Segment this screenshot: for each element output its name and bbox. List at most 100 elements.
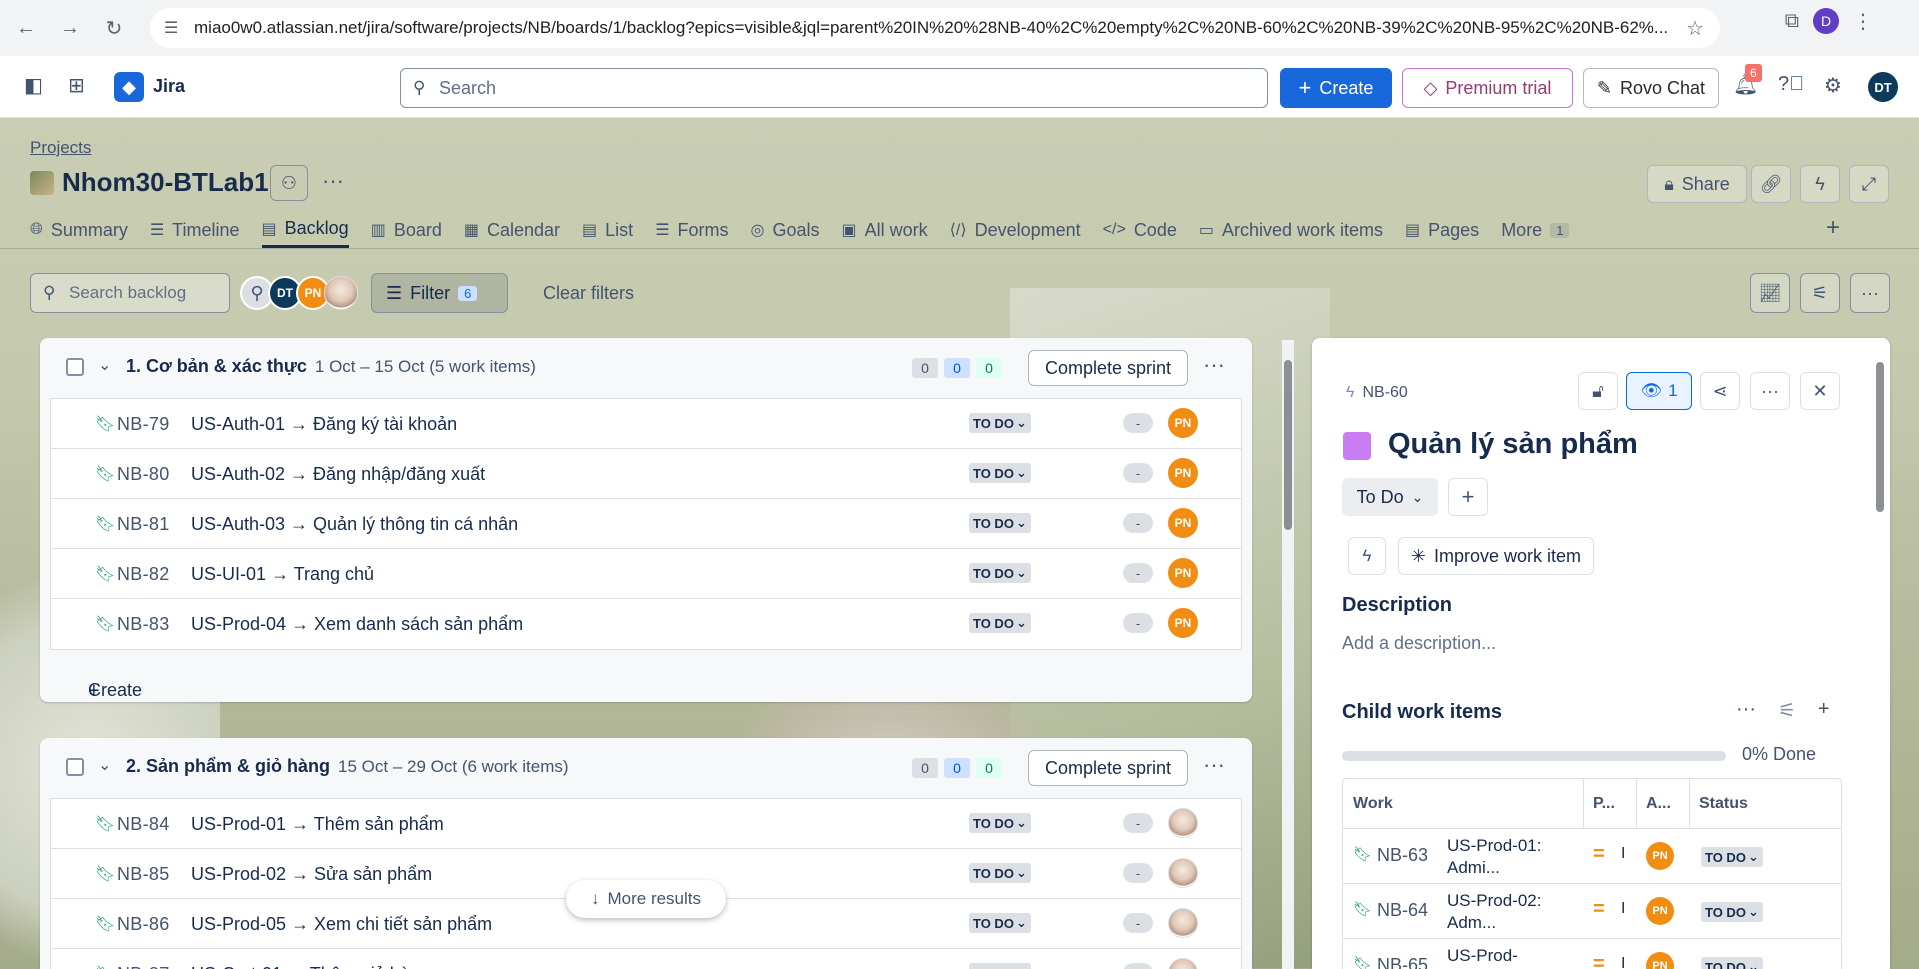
add-plus-icon[interactable]: + <box>1448 478 1488 516</box>
create-button[interactable]: + Create <box>1280 68 1392 108</box>
filter-button[interactable]: ☰ Filter 6 <box>371 273 508 313</box>
app-switcher-icon[interactable]: ⊞ <box>68 73 85 98</box>
status-dropdown[interactable]: TO DO⌄ <box>969 963 1031 969</box>
add-child-plus-icon[interactable]: + <box>1818 698 1830 723</box>
tab-goals[interactable]: ◎ Goals <box>751 212 820 248</box>
close-icon[interactable]: ✕ <box>1800 372 1840 410</box>
assignee-avatar[interactable]: PN <box>1168 508 1198 538</box>
estimate-badge[interactable]: - <box>1123 513 1153 533</box>
work-item-summary[interactable]: US-UI-01 → Trang chủ <box>191 564 374 585</box>
work-item-summary[interactable]: US-Prod-01 → Thêm sản phẩm <box>191 814 444 835</box>
work-item-key[interactable]: NB-84 <box>117 814 170 835</box>
share-icon[interactable]: ⋖ <box>1700 372 1740 410</box>
work-item-summary[interactable]: US-Prod-02 → Sửa sản phẩm <box>191 864 432 885</box>
rovo-chat-button[interactable]: ✎ Rovo Chat <box>1583 68 1719 108</box>
status-dropdown[interactable]: TO DO⌄ <box>1701 847 1763 867</box>
work-item-key[interactable]: NB-86 <box>117 914 170 935</box>
description-field[interactable]: Add a description... <box>1342 633 1496 654</box>
status-dropdown[interactable]: TO DO⌄ <box>969 613 1031 633</box>
work-item-summary[interactable]: US-Cart-01 → Thêm giỏ hàng <box>191 964 430 969</box>
project-title[interactable]: Nhom30-BTLab1 <box>62 167 269 198</box>
tab-archived-work-items[interactable]: ▭ Archived work items <box>1199 212 1383 248</box>
status-dropdown[interactable]: TO DO⌄ <box>969 913 1031 933</box>
assignee-avatar[interactable] <box>1168 808 1198 838</box>
work-item-key[interactable]: NB-82 <box>117 564 170 585</box>
copy-link-icon[interactable]: 🔗︎ <box>1751 165 1791 203</box>
child-more-icon[interactable]: ··· <box>1736 698 1756 723</box>
detail-title[interactable]: Quản lý sản phẩm <box>1388 428 1638 461</box>
col-work[interactable]: Work <box>1353 795 1393 813</box>
assignee-avatar[interactable]: PN <box>1168 458 1198 488</box>
settings-gear-icon[interactable]: ⚙ <box>1824 73 1842 98</box>
tab-list[interactable]: ▤ List <box>582 212 633 248</box>
child-key[interactable]: NB-63 <box>1377 845 1428 866</box>
tab-pages[interactable]: ▤ Pages <box>1405 212 1479 248</box>
global-search-input[interactable]: ⚲ Search <box>400 68 1268 108</box>
status-dropdown[interactable]: TO DO⌄ <box>969 813 1031 833</box>
work-item-key[interactable]: NB-80 <box>117 464 170 485</box>
child-key[interactable]: NB-65 <box>1377 955 1428 969</box>
estimate-badge[interactable]: - <box>1123 463 1153 483</box>
sprint-checkbox[interactable] <box>66 358 84 376</box>
work-item-key[interactable]: NB-81 <box>117 514 170 535</box>
work-item-row[interactable]: 🔖︎NB-87 US-Cart-01 → Thêm giỏ hàng TO DO⌄ - <box>51 949 1241 969</box>
more-results-button[interactable]: ↓ More results <box>566 880 726 918</box>
sprint-title[interactable]: 1. Cơ bản & xác thực 1 Oct – 15 Oct (5 wo… <box>126 356 536 377</box>
estimate-badge[interactable]: - <box>1123 963 1153 969</box>
work-item-summary[interactable]: US-Auth-03 → Quản lý thông tin cá nhân <box>191 514 518 535</box>
estimate-badge[interactable]: - <box>1123 813 1153 833</box>
child-summary[interactable]: US-Prod-02: Adm... <box>1447 890 1547 934</box>
child-summary[interactable]: US-Prod- <box>1447 945 1547 967</box>
team-icon[interactable]: ⚇ <box>270 165 308 201</box>
back-icon[interactable]: ← <box>6 8 46 48</box>
estimate-badge[interactable]: - <box>1123 413 1153 433</box>
automation-bolt-icon[interactable]: ϟ <box>1800 165 1840 203</box>
work-item-row[interactable]: 🔖︎ NB-84 US-Prod-01 → Thêm sản phẩm TO DO ⌄ - <box>51 799 1241 849</box>
assignee-avatar[interactable] <box>1168 858 1198 888</box>
work-item-row[interactable]: 🔖︎ NB-79 US-Auth-01 → Đăng ký tài khoản TO … <box>51 399 1241 449</box>
tab-board[interactable]: ▥ Board <box>371 212 442 248</box>
complete-sprint-button[interactable]: Complete sprint <box>1028 350 1188 386</box>
sidebar-toggle-icon[interactable]: ◧ <box>24 73 43 98</box>
tab-code[interactable]: </> Code <box>1103 212 1177 248</box>
premium-trial-button[interactable]: ◇ Premium trial <box>1402 68 1573 108</box>
work-item-summary[interactable]: US-Auth-02 → Đăng nhập/đăng xuất <box>191 464 485 485</box>
complete-sprint-button[interactable]: Complete sprint <box>1028 750 1188 786</box>
work-item-key[interactable]: NB-87 <box>117 964 170 969</box>
add-tab-plus-icon[interactable]: + <box>1826 214 1840 242</box>
status-dropdown[interactable]: TO DO⌄ <box>969 863 1031 883</box>
estimate-badge[interactable]: - <box>1123 863 1153 883</box>
assignee-avatar[interactable]: PN <box>1646 842 1674 870</box>
status-dropdown[interactable]: TO DO⌄ <box>969 513 1031 533</box>
tab-forms[interactable]: ☰ Forms <box>655 212 728 248</box>
work-item-key[interactable]: NB-83 <box>117 614 170 635</box>
extensions-icon[interactable]: ⧉ <box>1785 10 1799 33</box>
assignee-avatar[interactable]: PN <box>1168 558 1198 588</box>
fullscreen-icon[interactable]: ⤢ <box>1849 165 1889 203</box>
backlog-scrollbar[interactable] <box>1282 340 1294 969</box>
assignee-avatar[interactable] <box>1168 908 1198 938</box>
share-button[interactable]: 🔒︎ Share <box>1647 165 1747 203</box>
browser-profile-avatar[interactable]: D <box>1813 8 1839 34</box>
assignee-avatar[interactable]: PN <box>1168 608 1198 638</box>
estimate-badge[interactable]: - <box>1123 913 1153 933</box>
jira-logo-icon[interactable]: ◆ <box>114 72 144 102</box>
clear-filters-button[interactable]: Clear filters <box>543 283 634 304</box>
table-row[interactable]: 🔖︎ NB-64 US-Prod-02: Adm... = I PN TO DO ⌄ <box>1343 884 1841 939</box>
table-row[interactable]: 🔖︎ NB-65 US-Prod- = I PN TO DO ⌄ <box>1343 939 1841 969</box>
sprint-checkbox[interactable] <box>66 758 84 776</box>
user-avatar[interactable]: DT <box>1868 72 1898 102</box>
improve-work-item-button[interactable]: ✳ Improve work item <box>1398 537 1594 575</box>
child-filter-icon[interactable]: ⚟ <box>1778 698 1796 723</box>
work-item-summary[interactable]: US-Prod-05 → Xem chi tiết sản phẩm <box>191 914 492 935</box>
col-assignee[interactable]: A... <box>1646 795 1671 813</box>
forward-icon[interactable]: → <box>50 8 90 48</box>
work-item-row[interactable]: 🔖︎ NB-81 US-Auth-03 → Quản lý thông tin cá… <box>51 499 1241 549</box>
app-name[interactable]: Jira <box>153 76 185 97</box>
insights-chart-icon[interactable]: 📈︎ <box>1750 273 1790 313</box>
automation-bolt-icon[interactable]: ϟ <box>1348 537 1386 575</box>
col-status[interactable]: Status <box>1699 795 1748 813</box>
create-item-button[interactable]: + Create <box>40 650 1252 702</box>
view-settings-icon[interactable]: ⚟ <box>1800 273 1840 313</box>
sprint-more-icon[interactable]: ··· <box>1203 752 1225 778</box>
